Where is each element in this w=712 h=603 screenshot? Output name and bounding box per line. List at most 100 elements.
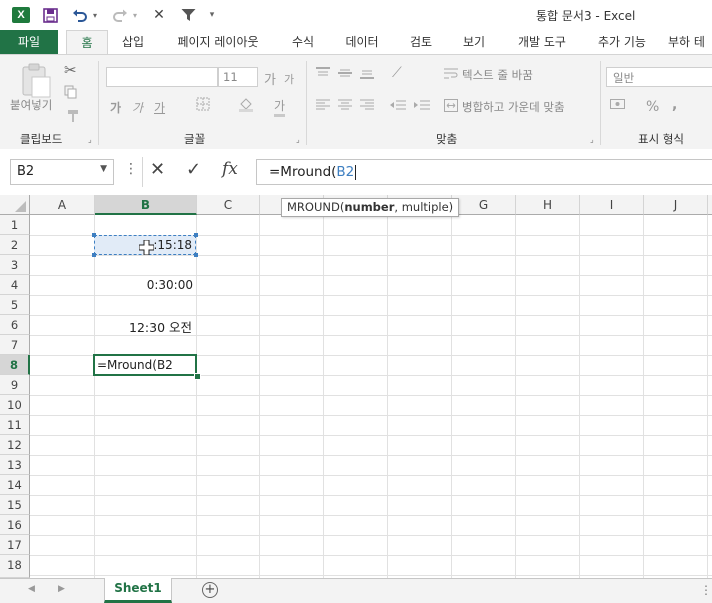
- row-header-4[interactable]: 4: [0, 275, 30, 295]
- font-increase-icon[interactable]: 가: [264, 69, 276, 88]
- column-header-i[interactable]: I: [580, 195, 644, 215]
- column-header-k[interactable]: [708, 195, 712, 215]
- italic-icon[interactable]: 가: [132, 99, 143, 116]
- scroll-sheets-right-icon[interactable]: ▶: [58, 584, 65, 594]
- select-all-corner[interactable]: [0, 195, 30, 215]
- tab-view[interactable]: 보기: [452, 30, 496, 54]
- row-header-7[interactable]: 7: [0, 335, 30, 355]
- column-header-j[interactable]: J: [644, 195, 708, 215]
- font-name-combo[interactable]: [106, 67, 218, 87]
- column-header-c[interactable]: C: [197, 195, 260, 215]
- scroll-sheets-left-icon[interactable]: ◀: [28, 584, 35, 594]
- row-header-6[interactable]: 6: [0, 315, 30, 335]
- column-header-g[interactable]: G: [452, 195, 516, 215]
- align-center-icon[interactable]: [338, 99, 352, 114]
- paste-icon[interactable]: [16, 63, 54, 98]
- tab-data[interactable]: 데이터: [336, 30, 388, 54]
- range-handle[interactable]: [92, 253, 96, 257]
- row-header-18[interactable]: 18: [0, 555, 30, 578]
- row-header-16[interactable]: 16: [0, 515, 30, 535]
- row-header-15[interactable]: 15: [0, 495, 30, 515]
- align-bottom-icon[interactable]: [360, 67, 374, 82]
- undo-dropdown-icon[interactable]: ▾: [90, 6, 100, 24]
- row-header-8[interactable]: 8: [0, 355, 30, 375]
- row-header-17[interactable]: 17: [0, 535, 30, 555]
- cell-b6[interactable]: 12:30 오전: [94, 315, 196, 335]
- font-launcher-icon[interactable]: ⌟: [296, 135, 304, 144]
- cancel-icon[interactable]: ✕: [150, 159, 165, 180]
- name-box[interactable]: B2 ▼: [10, 159, 114, 185]
- worksheet-grid[interactable]: A B C D E F G H I J 1 2 3 4 5 6 7 8 9 10…: [0, 195, 712, 578]
- formula-bar-more-icon[interactable]: ⋮: [124, 161, 138, 177]
- row-header-3[interactable]: 3: [0, 255, 30, 275]
- enter-icon[interactable]: ✓: [186, 159, 201, 180]
- row-header-5[interactable]: 5: [0, 295, 30, 315]
- tab-formulas[interactable]: 수식: [282, 30, 324, 54]
- tab-page-layout[interactable]: 페이지 레이아웃: [166, 30, 270, 54]
- bold-icon[interactable]: 가: [110, 99, 121, 116]
- percent-style-icon[interactable]: %: [646, 99, 659, 115]
- tab-developer[interactable]: 개발 도구: [506, 30, 578, 54]
- formula-input[interactable]: =Mround(B2: [256, 159, 712, 185]
- new-sheet-button[interactable]: +: [202, 582, 218, 598]
- copy-icon[interactable]: [64, 85, 78, 102]
- cell-b8-active[interactable]: =Mround(B2: [93, 354, 197, 376]
- row-header-10[interactable]: 10: [0, 395, 30, 415]
- row-header-13[interactable]: 13: [0, 455, 30, 475]
- tab-bar-more-icon[interactable]: ⋮: [700, 583, 712, 597]
- format-painter-icon[interactable]: [66, 109, 80, 126]
- customize-icon[interactable]: ▾: [205, 6, 219, 24]
- merge-center-label[interactable]: 병합하고 가운데 맞춤: [462, 99, 565, 115]
- wrap-text-icon[interactable]: [444, 67, 458, 83]
- increase-indent-icon[interactable]: [414, 99, 430, 114]
- undo-icon[interactable]: [70, 6, 90, 24]
- fill-color-icon[interactable]: [238, 97, 254, 115]
- number-format-combo[interactable]: 일반: [606, 67, 712, 87]
- tab-review[interactable]: 검토: [398, 30, 444, 54]
- filter-icon[interactable]: [178, 6, 198, 24]
- borders-icon[interactable]: [196, 97, 210, 114]
- cut-icon[interactable]: ✂: [64, 61, 77, 79]
- range-handle[interactable]: [92, 233, 96, 237]
- accounting-format-icon[interactable]: [610, 99, 630, 114]
- row-header-11[interactable]: 11: [0, 415, 30, 435]
- cell-b4[interactable]: 0:30:00: [94, 275, 196, 295]
- column-header-h[interactable]: H: [516, 195, 580, 215]
- paste-label[interactable]: 붙여넣기: [10, 97, 52, 113]
- underline-icon[interactable]: 가: [154, 99, 165, 116]
- align-middle-icon[interactable]: [338, 67, 352, 82]
- column-header-b[interactable]: B: [95, 195, 197, 215]
- redo-icon[interactable]: [110, 6, 130, 24]
- redo-dropdown-icon[interactable]: ▾: [130, 6, 140, 24]
- decrease-indent-icon[interactable]: [390, 99, 406, 114]
- font-color-icon[interactable]: 가: [274, 97, 286, 117]
- comma-style-icon[interactable]: ,: [672, 97, 677, 113]
- sheet-tab-sheet1[interactable]: Sheet1: [104, 578, 172, 603]
- fill-handle[interactable]: [194, 373, 201, 380]
- range-handle[interactable]: [194, 253, 198, 257]
- row-header-12[interactable]: 12: [0, 435, 30, 455]
- font-decrease-icon[interactable]: 가: [284, 71, 294, 87]
- row-header-2[interactable]: 2: [0, 235, 30, 255]
- column-header-a[interactable]: A: [30, 195, 95, 215]
- row-header-14[interactable]: 14: [0, 475, 30, 495]
- align-top-icon[interactable]: [316, 67, 330, 82]
- row-header-9[interactable]: 9: [0, 375, 30, 395]
- orientation-icon[interactable]: ⟋: [392, 65, 402, 81]
- tab-insert[interactable]: 삽입: [112, 30, 154, 54]
- close-x-icon[interactable]: ✕: [150, 6, 168, 24]
- alignment-launcher-icon[interactable]: ⌟: [590, 135, 598, 144]
- tab-file[interactable]: 파일: [0, 30, 58, 54]
- range-handle[interactable]: [194, 233, 198, 237]
- clipboard-launcher-icon[interactable]: ⌟: [88, 135, 96, 144]
- align-left-icon[interactable]: [316, 99, 330, 114]
- tab-add-ins[interactable]: 추가 기능: [588, 30, 656, 54]
- wrap-text-label[interactable]: 텍스트 줄 바꿈: [462, 67, 533, 83]
- align-right-icon[interactable]: [360, 99, 374, 114]
- tab-load-test[interactable]: 부하 테: [668, 30, 712, 54]
- insert-function-icon[interactable]: fx: [222, 159, 238, 179]
- save-icon[interactable]: [40, 6, 60, 24]
- tab-home[interactable]: 홈: [66, 30, 108, 55]
- name-box-dropdown-icon[interactable]: ▼: [100, 164, 107, 174]
- merge-center-icon[interactable]: [444, 99, 458, 115]
